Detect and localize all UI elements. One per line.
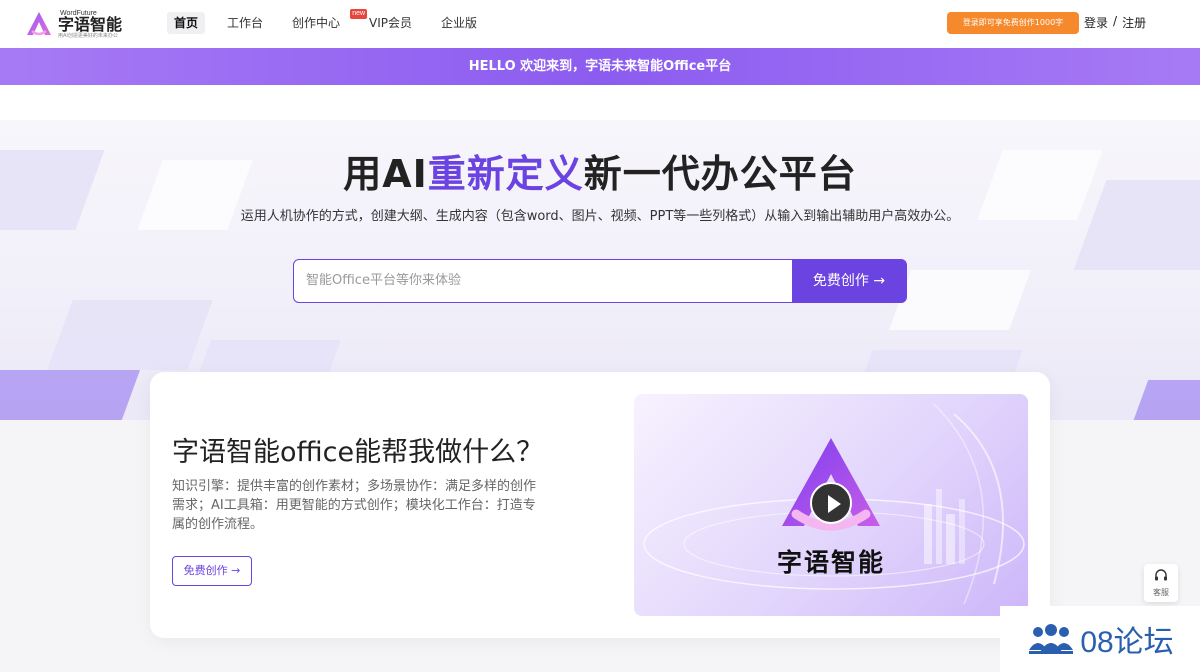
bg-shape: [1131, 380, 1200, 420]
headset-icon: [1155, 569, 1167, 581]
feature-description: 知识引擎：提供丰富的创作素材；多场景协作：满足多样的创作需求；AI工具箱：用更智…: [172, 479, 537, 532]
logo-mark-icon: [27, 12, 51, 36]
hero-search-input[interactable]: [306, 260, 776, 301]
bg-shape: [0, 370, 141, 420]
forum-watermark: 08论坛: [1000, 606, 1200, 672]
feature-title: 字语智能office能帮我做什么？: [172, 437, 544, 468]
video-play-icon[interactable]: [810, 482, 852, 524]
video-brand-name: 字语智能: [776, 548, 885, 577]
hero-title-post: 新一代办公平台: [583, 152, 857, 196]
hero-search-box: 免费创作 →: [293, 258, 907, 303]
hero-title: 用AI重新定义新一代办公平台: [0, 143, 1200, 198]
main-nav: 首页 工作台 创作中心 new VIP会员 企业版: [167, 9, 499, 34]
auth-separator: /: [1113, 14, 1118, 28]
customer-service-label: 客服: [1153, 588, 1169, 597]
intro-video[interactable]: 字语智能: [634, 394, 1028, 616]
logo-main-text: 字语智能: [58, 14, 123, 34]
nav-item-label: 创作中心: [292, 16, 341, 30]
auth-links: 登录 / 注册: [1084, 14, 1146, 31]
customer-service-widget[interactable]: 客服: [1144, 564, 1178, 602]
top-header: WordFuture 字语智能 用AI创造更美好的未来办公 首页 工作台 创作中…: [0, 0, 1200, 48]
nav-item-home[interactable]: 首页: [167, 12, 206, 34]
logo-tagline: 用AI创造更美好的未来办公: [58, 32, 118, 39]
nav-item-workbench[interactable]: 工作台: [220, 12, 270, 34]
free-credit-promo-button[interactable]: 登录即可享免费创作1000字: [947, 12, 1079, 34]
login-link[interactable]: 登录: [1084, 14, 1108, 31]
feature-free-create-button[interactable]: 免费创作 →: [172, 556, 252, 586]
register-link[interactable]: 注册: [1122, 14, 1146, 31]
nav-item-enterprise[interactable]: 企业版: [434, 12, 484, 34]
hero-section: 用AI重新定义新一代办公平台 运用人机协作的方式，创建大纲、生成内容（包含wor…: [0, 85, 1200, 420]
free-create-button[interactable]: 免费创作 →: [792, 258, 906, 303]
bg-shape: [47, 300, 213, 370]
people-group-icon: [1029, 624, 1074, 654]
watermark-text: 08论坛: [1080, 626, 1174, 659]
nav-item-vip[interactable]: VIP会员: [362, 12, 419, 34]
hero-subtitle: 运用人机协作的方式，创建大纲、生成内容（包含word、图片、视频、PPT等一些列…: [240, 209, 960, 224]
bg-shape: [889, 270, 1031, 330]
hero-title-pre: 用AI: [343, 152, 428, 196]
nav-item-creation-center[interactable]: 创作中心 new: [285, 9, 368, 34]
welcome-banner: HELLO 欢迎来到，字语未来智能Office平台: [0, 48, 1200, 85]
site-logo[interactable]: WordFuture 字语智能 用AI创造更美好的未来办公: [24, 7, 134, 41]
feature-card: 字语智能office能帮我做什么？ 知识引擎：提供丰富的创作素材；多场景协作：满…: [150, 372, 1050, 638]
hero-title-highlight: 重新定义: [427, 152, 584, 196]
